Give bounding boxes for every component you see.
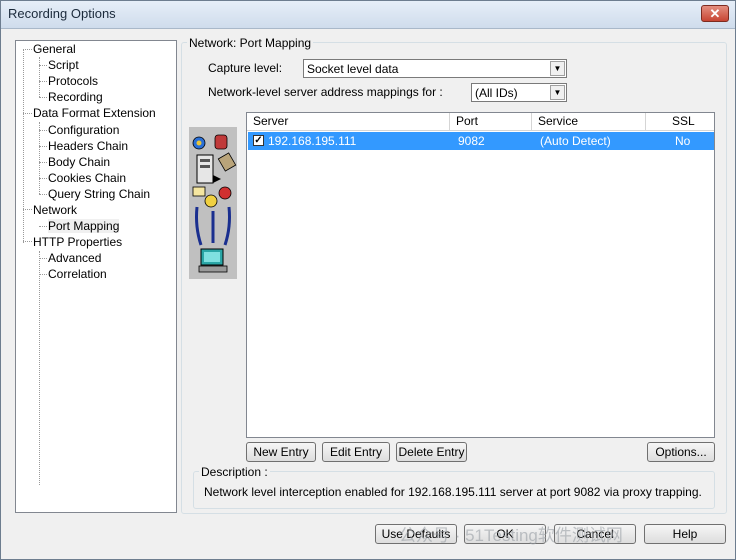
tree-item-label: Correlation xyxy=(48,267,107,281)
tree-item-label: Port Mapping xyxy=(48,219,120,233)
tree-item-data-format-extension[interactable]: Data Format Extension xyxy=(33,105,156,121)
tree-item-correlation[interactable]: Correlation xyxy=(48,266,107,282)
tree-item-cookies-chain[interactable]: Cookies Chain xyxy=(48,170,126,186)
tree-line xyxy=(39,122,40,194)
tree-item-headers-chain[interactable]: Headers Chain xyxy=(48,138,128,154)
new-entry-button[interactable]: New Entry xyxy=(246,442,316,462)
tree-item-port-mapping[interactable]: Port Mapping xyxy=(48,218,120,234)
tree-line xyxy=(39,130,47,131)
tree-line xyxy=(39,57,40,97)
options-tree[interactable]: General Script Protocols Recording Data … xyxy=(15,40,177,513)
tree-line xyxy=(39,226,47,227)
window-title: Recording Options xyxy=(8,6,116,21)
close-button[interactable]: ✕ xyxy=(701,5,729,22)
recording-options-window: Recording Options ✕ General Script Proto… xyxy=(0,0,736,560)
tree-item-label: Body Chain xyxy=(48,155,111,169)
title-bar: Recording Options ✕ xyxy=(1,1,735,29)
tree-line xyxy=(23,241,32,242)
panel-title: Network: Port Mapping xyxy=(187,36,314,50)
tree-line xyxy=(23,49,24,243)
network-illustration-svg xyxy=(192,134,237,273)
checkbox-icon[interactable]: ✓ xyxy=(253,135,264,146)
tree-line xyxy=(39,258,47,259)
tree-item-label: Protocols xyxy=(48,74,99,88)
tree-item-label: Network xyxy=(33,203,78,217)
port-mapping-table[interactable]: Server Port Service SSL ✓ 192.168.195.11… xyxy=(246,112,715,438)
tree-item-protocols[interactable]: Protocols xyxy=(48,73,98,89)
description-text: Network level interception enabled for 1… xyxy=(204,485,702,499)
tree-item-label: Query String Chain xyxy=(48,187,151,201)
tree-line xyxy=(23,113,32,114)
description-label: Description : xyxy=(199,465,270,479)
dropdown-arrow-icon: ▼ xyxy=(550,85,565,100)
tree-item-label: Recording xyxy=(48,90,103,104)
tree-item-label: Advanced xyxy=(48,251,102,265)
tree-item-label: Configuration xyxy=(48,123,120,137)
watermark: 公众号 · 51Testing软件测试网 xyxy=(399,526,623,545)
cell-ssl: No xyxy=(675,134,691,148)
tree-line xyxy=(39,146,47,147)
tree-line xyxy=(39,81,47,82)
table-row[interactable]: ✓ 192.168.195.111 9082 (Auto Detect) No xyxy=(248,132,714,150)
mappings-for-label: Network-level server address mappings fo… xyxy=(208,85,443,99)
tree-item-advanced[interactable]: Advanced xyxy=(48,250,101,266)
tree-item-http-properties[interactable]: HTTP Properties xyxy=(33,234,122,250)
capture-level-select[interactable]: Socket level data ▼ xyxy=(303,59,567,78)
tree-line xyxy=(39,65,47,66)
capture-level-value: Socket level data xyxy=(307,62,399,76)
tree-item-label: Headers Chain xyxy=(48,139,129,153)
tree-item-network[interactable]: Network xyxy=(33,202,77,218)
help-button[interactable]: Help xyxy=(644,524,726,544)
close-icon: ✕ xyxy=(709,6,721,21)
tree-line xyxy=(23,209,32,210)
delete-entry-button[interactable]: Delete Entry xyxy=(396,442,467,462)
tree-line xyxy=(39,251,40,485)
mappings-for-value: (All IDs) xyxy=(475,86,518,100)
tree-line xyxy=(39,162,47,163)
options-button[interactable]: Options... xyxy=(647,442,715,462)
cell-port: 9082 xyxy=(458,134,485,148)
tree-item-label: General xyxy=(33,42,76,56)
tree-item-general[interactable]: General xyxy=(33,41,76,57)
cell-service: (Auto Detect) xyxy=(540,134,611,148)
column-header-port[interactable]: Port xyxy=(450,113,532,130)
tree-item-query-string-chain[interactable]: Query String Chain xyxy=(48,186,150,202)
tree-item-script[interactable]: Script xyxy=(48,57,79,73)
tree-item-label: Data Format Extension xyxy=(33,106,156,120)
tree-item-body-chain[interactable]: Body Chain xyxy=(48,154,110,170)
tree-item-configuration[interactable]: Configuration xyxy=(48,122,119,138)
dropdown-arrow-icon: ▼ xyxy=(550,61,565,76)
column-header-service[interactable]: Service xyxy=(532,113,646,130)
cell-server: 192.168.195.111 xyxy=(268,134,357,148)
tree-item-recording[interactable]: Recording xyxy=(48,89,103,105)
capture-level-label: Capture level: xyxy=(208,61,283,75)
table-header: Server Port Service SSL xyxy=(247,113,714,131)
column-header-server[interactable]: Server xyxy=(247,113,450,130)
mappings-for-select[interactable]: (All IDs) ▼ xyxy=(471,83,567,102)
tree-line xyxy=(39,97,47,98)
tree-item-label: Script xyxy=(48,58,79,72)
tree-item-label: HTTP Properties xyxy=(33,235,123,249)
column-header-ssl[interactable]: SSL xyxy=(646,113,714,130)
tree-line xyxy=(39,194,47,195)
network-illustration-icon xyxy=(189,127,237,279)
tree-line xyxy=(39,274,47,275)
edit-entry-button[interactable]: Edit Entry xyxy=(322,442,390,462)
tree-item-label: Cookies Chain xyxy=(48,171,127,185)
tree-line xyxy=(23,49,32,50)
tree-line xyxy=(39,178,47,179)
